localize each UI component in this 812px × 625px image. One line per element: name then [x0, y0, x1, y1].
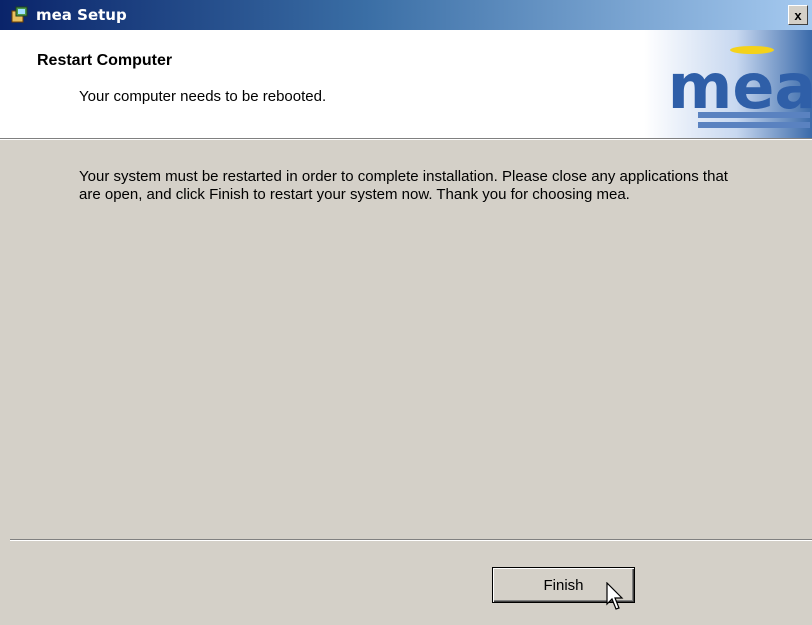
finish-button-label: Finish	[543, 576, 584, 594]
mouse-pointer-icon	[606, 581, 628, 612]
title-bar[interactable]: mea Setup x	[0, 0, 812, 30]
header-banner: Restart Computer Your computer needs to …	[0, 30, 812, 138]
header-divider	[0, 138, 812, 140]
footer-divider	[10, 539, 812, 541]
page-title: Restart Computer	[37, 52, 173, 69]
window-title: mea Setup	[36, 6, 127, 24]
close-button[interactable]: x	[788, 5, 808, 25]
close-icon: x	[794, 7, 802, 23]
restart-message: Your system must be restarted in order t…	[79, 168, 728, 203]
mea-logo: mea	[644, 30, 812, 138]
page-subtitle: Your computer needs to be rebooted.	[79, 88, 327, 105]
setup-icon	[10, 5, 30, 25]
setup-window: mea Setup x Restart Computer Your comput…	[0, 0, 812, 625]
